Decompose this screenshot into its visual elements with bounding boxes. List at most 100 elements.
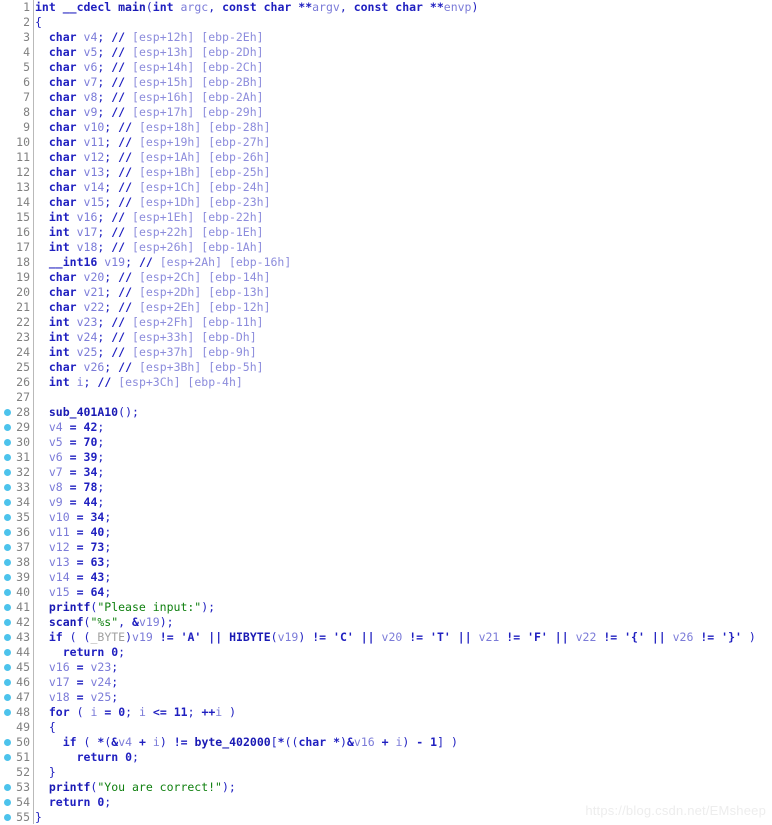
code-line[interactable]: 7 char v8; // [esp+16h] [ebp-2Ah] xyxy=(0,90,772,105)
line-source-text[interactable]: sub_401A10(); xyxy=(35,405,139,420)
line-source-text[interactable]: int v23; // [esp+2Fh] [ebp-11h] xyxy=(35,315,264,330)
code-line[interactable]: 30 v5 = 70; xyxy=(0,435,772,450)
line-source-text[interactable]: char v9; // [esp+17h] [ebp-29h] xyxy=(35,105,264,120)
line-source-text[interactable]: { xyxy=(35,720,56,735)
code-line[interactable]: 9 char v10; // [esp+18h] [ebp-28h] xyxy=(0,120,772,135)
line-source-text[interactable]: for ( i = 0; i <= 11; ++i ) xyxy=(35,705,236,720)
line-source-text[interactable]: v8 = 78; xyxy=(35,480,104,495)
line-source-text[interactable]: v13 = 63; xyxy=(35,555,111,570)
code-line[interactable]: 12 char v13; // [esp+1Bh] [ebp-25h] xyxy=(0,165,772,180)
line-source-text[interactable]: char v5; // [esp+13h] [ebp-2Dh] xyxy=(35,45,264,60)
line-source-text[interactable]: char v6; // [esp+14h] [ebp-2Ch] xyxy=(35,60,264,75)
code-line[interactable]: 8 char v9; // [esp+17h] [ebp-29h] xyxy=(0,105,772,120)
code-line[interactable]: 22 int v23; // [esp+2Fh] [ebp-11h] xyxy=(0,315,772,330)
code-line[interactable]: 5 char v6; // [esp+14h] [ebp-2Ch] xyxy=(0,60,772,75)
line-source-text[interactable]: v12 = 73; xyxy=(35,540,111,555)
code-line[interactable]: 13 char v14; // [esp+1Ch] [ebp-24h] xyxy=(0,180,772,195)
code-line[interactable]: 32 v7 = 34; xyxy=(0,465,772,480)
line-source-text[interactable]: v17 = v24; xyxy=(35,675,118,690)
code-line-list[interactable]: 1 int __cdecl main(int argc, const char *… xyxy=(0,0,772,825)
line-source-text[interactable]: char v13; // [esp+1Bh] [ebp-25h] xyxy=(35,165,271,180)
code-line[interactable]: 33 v8 = 78; xyxy=(0,480,772,495)
line-source-text[interactable]: printf("Please input:"); xyxy=(35,600,215,615)
line-source-text[interactable]: char v11; // [esp+19h] [ebp-27h] xyxy=(35,135,271,150)
line-source-text[interactable]: } xyxy=(35,810,42,825)
line-source-text[interactable]: char v7; // [esp+15h] [ebp-2Bh] xyxy=(35,75,264,90)
line-source-text[interactable]: return 0; xyxy=(35,795,111,810)
line-source-text[interactable]: char v20; // [esp+2Ch] [ebp-14h] xyxy=(35,270,271,285)
code-line[interactable]: 51 return 0; xyxy=(0,750,772,765)
line-source-text[interactable]: char v10; // [esp+18h] [ebp-28h] xyxy=(35,120,271,135)
line-source-text[interactable]: v4 = 42; xyxy=(35,420,104,435)
line-source-text[interactable]: v18 = v25; xyxy=(35,690,118,705)
code-line[interactable]: 24 int v25; // [esp+37h] [ebp-9h] xyxy=(0,345,772,360)
line-source-text[interactable]: char v15; // [esp+1Dh] [ebp-23h] xyxy=(35,195,271,210)
line-source-text[interactable]: int v16; // [esp+1Eh] [ebp-22h] xyxy=(35,210,264,225)
code-line[interactable]: 15 int v16; // [esp+1Eh] [ebp-22h] xyxy=(0,210,772,225)
code-line[interactable]: 16 int v17; // [esp+22h] [ebp-1Eh] xyxy=(0,225,772,240)
code-line[interactable]: 27 xyxy=(0,390,772,405)
code-line[interactable]: 18 __int16 v19; // [esp+2Ah] [ebp-16h] xyxy=(0,255,772,270)
code-line[interactable]: 52 } xyxy=(0,765,772,780)
line-source-text[interactable]: v11 = 40; xyxy=(35,525,111,540)
code-line[interactable]: 36 v11 = 40; xyxy=(0,525,772,540)
code-line[interactable]: 10 char v11; // [esp+19h] [ebp-27h] xyxy=(0,135,772,150)
code-line[interactable]: 4 char v5; // [esp+13h] [ebp-2Dh] xyxy=(0,45,772,60)
line-source-text[interactable]: if ( (_BYTE)v19 != 'A' || HIBYTE(v19) !=… xyxy=(35,630,756,645)
line-source-text[interactable]: if ( *(&v4 + i) != byte_402000[*((char *… xyxy=(35,735,458,750)
code-line[interactable]: 19 char v20; // [esp+2Ch] [ebp-14h] xyxy=(0,270,772,285)
line-source-text[interactable]: int __cdecl main(int argc, const char **… xyxy=(35,0,478,15)
code-line[interactable]: 47 v18 = v25; xyxy=(0,690,772,705)
line-source-text[interactable]: char v21; // [esp+2Dh] [ebp-13h] xyxy=(35,285,271,300)
code-line[interactable]: 34 v9 = 44; xyxy=(0,495,772,510)
line-source-text[interactable]: v10 = 34; xyxy=(35,510,111,525)
code-line[interactable]: 14 char v15; // [esp+1Dh] [ebp-23h] xyxy=(0,195,772,210)
line-source-text[interactable]: int v18; // [esp+26h] [ebp-1Ah] xyxy=(35,240,264,255)
code-line[interactable]: 35 v10 = 34; xyxy=(0,510,772,525)
code-line[interactable]: 41 printf("Please input:"); xyxy=(0,600,772,615)
code-line[interactable]: 6 char v7; // [esp+15h] [ebp-2Bh] xyxy=(0,75,772,90)
code-line[interactable]: 53 printf("You are correct!"); xyxy=(0,780,772,795)
code-line[interactable]: 20 char v21; // [esp+2Dh] [ebp-13h] xyxy=(0,285,772,300)
line-source-text[interactable]: printf("You are correct!"); xyxy=(35,780,236,795)
code-line[interactable]: 46 v17 = v24; xyxy=(0,675,772,690)
line-source-text[interactable]: { xyxy=(35,15,42,30)
line-source-text[interactable]: char v4; // [esp+12h] [ebp-2Eh] xyxy=(35,30,264,45)
line-source-text[interactable]: v6 = 39; xyxy=(35,450,104,465)
line-source-text[interactable]: return 0; xyxy=(35,750,139,765)
code-line[interactable]: 3 char v4; // [esp+12h] [ebp-2Eh] xyxy=(0,30,772,45)
code-line[interactable]: 39 v14 = 43; xyxy=(0,570,772,585)
line-source-text[interactable]: char v12; // [esp+1Ah] [ebp-26h] xyxy=(35,150,271,165)
line-source-text[interactable]: int v17; // [esp+22h] [ebp-1Eh] xyxy=(35,225,264,240)
line-source-text[interactable]: char v26; // [esp+3Bh] [ebp-5h] xyxy=(35,360,264,375)
line-source-text[interactable]: } xyxy=(35,765,56,780)
code-line[interactable]: 1 int __cdecl main(int argc, const char *… xyxy=(0,0,772,15)
line-source-text[interactable]: scanf("%s", &v19); xyxy=(35,615,174,630)
code-line[interactable]: 11 char v12; // [esp+1Ah] [ebp-26h] xyxy=(0,150,772,165)
line-source-text[interactable]: char v14; // [esp+1Ch] [ebp-24h] xyxy=(35,180,271,195)
line-source-text[interactable]: __int16 v19; // [esp+2Ah] [ebp-16h] xyxy=(35,255,291,270)
line-source-text[interactable]: int v24; // [esp+33h] [ebp-Dh] xyxy=(35,330,257,345)
code-line[interactable]: 43 if ( (_BYTE)v19 != 'A' || HIBYTE(v19)… xyxy=(0,630,772,645)
line-source-text[interactable]: char v8; // [esp+16h] [ebp-2Ah] xyxy=(35,90,264,105)
pseudocode-editor[interactable]: 1 int __cdecl main(int argc, const char *… xyxy=(0,0,772,824)
code-line[interactable]: 26 int i; // [esp+3Ch] [ebp-4h] xyxy=(0,375,772,390)
code-line[interactable]: 2{ xyxy=(0,15,772,30)
code-line[interactable]: 23 int v24; // [esp+33h] [ebp-Dh] xyxy=(0,330,772,345)
code-line[interactable]: 21 char v22; // [esp+2Eh] [ebp-12h] xyxy=(0,300,772,315)
line-source-text[interactable]: v14 = 43; xyxy=(35,570,111,585)
code-line[interactable]: 37 v12 = 73; xyxy=(0,540,772,555)
line-source-text[interactable]: int v25; // [esp+37h] [ebp-9h] xyxy=(35,345,257,360)
code-line[interactable]: 42 scanf("%s", &v19); xyxy=(0,615,772,630)
line-source-text[interactable]: char v22; // [esp+2Eh] [ebp-12h] xyxy=(35,300,271,315)
line-source-text[interactable]: v5 = 70; xyxy=(35,435,104,450)
line-source-text[interactable]: v15 = 64; xyxy=(35,585,111,600)
line-source-text[interactable]: return 0; xyxy=(35,645,125,660)
code-line[interactable]: 25 char v26; // [esp+3Bh] [ebp-5h] xyxy=(0,360,772,375)
line-source-text[interactable]: v7 = 34; xyxy=(35,465,104,480)
code-line[interactable]: 49 { xyxy=(0,720,772,735)
line-source-text[interactable]: v9 = 44; xyxy=(35,495,104,510)
code-line[interactable]: 48 for ( i = 0; i <= 11; ++i ) xyxy=(0,705,772,720)
code-line[interactable]: 17 int v18; // [esp+26h] [ebp-1Ah] xyxy=(0,240,772,255)
code-line[interactable]: 29 v4 = 42; xyxy=(0,420,772,435)
